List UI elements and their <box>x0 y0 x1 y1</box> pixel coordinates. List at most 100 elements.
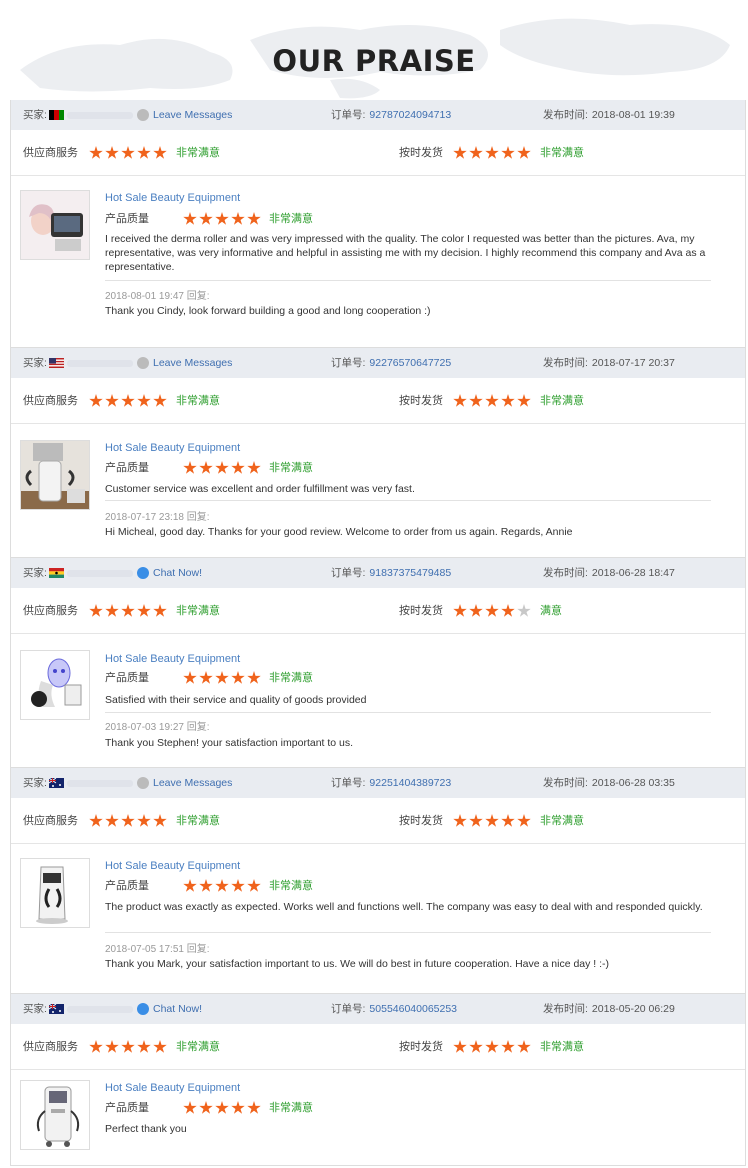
chat-now-link[interactable]: Chat Now! <box>153 994 202 1024</box>
publish-date: 2018-06-28 03:35 <box>591 777 675 789</box>
star-icon <box>183 1101 197 1114</box>
star-icon <box>105 146 119 159</box>
blue-chat-icon[interactable] <box>137 1003 149 1015</box>
date-label: 发布时间: <box>543 109 588 121</box>
date-label: 发布时间: <box>543 1003 588 1015</box>
star-rating <box>453 1024 531 1070</box>
order-number-link[interactable]: 91837375479485 <box>369 567 451 579</box>
supplier-service-grade: 非常满意 <box>176 147 220 159</box>
star-icon <box>517 604 531 617</box>
star-icon <box>121 814 135 827</box>
star-icon <box>469 604 483 617</box>
supplier-service-grade: 非常满意 <box>176 395 220 407</box>
order-number-link[interactable]: 92276570647725 <box>369 357 451 369</box>
star-icon <box>199 1101 213 1114</box>
star-icon <box>247 461 261 474</box>
star-icon <box>183 879 197 892</box>
star-rating <box>89 378 167 424</box>
quality-label: 产品质量 <box>105 462 149 474</box>
grey-message-icon[interactable] <box>137 777 149 789</box>
product-name-link[interactable]: Hot Sale Beauty Equipment <box>105 860 240 872</box>
reply-date-row: 2018-07-05 17:51 回复: <box>105 940 210 955</box>
star-icon <box>453 146 467 159</box>
star-icon <box>231 461 245 474</box>
publish-date: 2018-08-01 19:39 <box>591 109 675 121</box>
product-thumbnail[interactable] <box>20 858 90 928</box>
grey-message-icon[interactable] <box>137 109 149 121</box>
order-number-field: 订单号: 91837375479485 <box>331 558 451 588</box>
star-icon <box>215 1101 229 1114</box>
star-icon <box>199 879 213 892</box>
rating-row: 供应商服务 非常满意 按时发货 非常满意 <box>11 378 745 424</box>
afghanistan-flag-icon <box>49 110 64 120</box>
product-name-link[interactable]: Hot Sale Beauty Equipment <box>105 442 240 454</box>
star-icon <box>105 814 119 827</box>
order-number-field: 订单号: 92251404389723 <box>331 768 451 798</box>
reply-label: 回复: <box>186 722 210 733</box>
quality-grade: 非常满意 <box>269 462 313 474</box>
star-icon <box>137 814 151 827</box>
page-title: OUR PRAISE <box>272 44 476 78</box>
reply-date-row: 2018-07-17 23:18 回复: <box>105 508 210 523</box>
product-thumbnail[interactable] <box>20 440 90 510</box>
blue-chat-icon[interactable] <box>137 567 149 579</box>
reviews-list: 买家: Leave Messages 订单号: 92787024094713 发布时间:… <box>10 100 746 1166</box>
star-icon <box>105 1040 119 1053</box>
product-name-link[interactable]: Hot Sale Beauty Equipment <box>105 192 240 204</box>
order-number-field: 订单号: 92276570647725 <box>331 348 451 378</box>
star-icon <box>231 879 245 892</box>
star-icon <box>517 146 531 159</box>
quality-grade: 非常满意 <box>269 880 313 892</box>
order-number-link[interactable]: 505546040065253 <box>369 1003 457 1015</box>
product-name-link[interactable]: Hot Sale Beauty Equipment <box>105 1082 240 1094</box>
star-icon <box>89 814 103 827</box>
publish-date-field: 发布时间: 2018-06-28 18:47 <box>543 558 675 588</box>
star-icon <box>121 394 135 407</box>
australia-flag-icon <box>49 1004 64 1014</box>
on-time-delivery-grade: 非常满意 <box>540 1041 584 1053</box>
leave-messages-link[interactable]: Leave Messages <box>153 100 232 130</box>
star-icon <box>89 146 103 159</box>
ghana-flag-icon <box>49 568 64 578</box>
leave-messages-link[interactable]: Leave Messages <box>153 348 232 378</box>
star-icon <box>105 394 119 407</box>
quality-label: 产品质量 <box>105 880 149 892</box>
star-icon <box>501 394 515 407</box>
leave-messages-link[interactable]: Leave Messages <box>153 768 232 798</box>
star-icon <box>453 1040 467 1053</box>
star-icon <box>453 814 467 827</box>
star-icon <box>517 1040 531 1053</box>
supplier-service-grade: 非常满意 <box>176 815 220 827</box>
star-icon <box>153 1040 167 1053</box>
star-icon <box>137 1040 151 1053</box>
tower-machine-image <box>21 1081 89 1149</box>
star-icon <box>137 604 151 617</box>
product-thumbnail[interactable] <box>20 1080 90 1150</box>
on-time-delivery-grade: 非常满意 <box>540 147 584 159</box>
star-icon <box>215 212 229 225</box>
star-icon <box>453 604 467 617</box>
reply-date-row: 2018-08-01 19:47 回复: <box>105 287 210 302</box>
grey-message-icon[interactable] <box>137 357 149 369</box>
star-icon <box>153 604 167 617</box>
review-header: 买家: Leave Messages 订单号: 92251404389723 发布时间:… <box>11 768 745 798</box>
product-thumbnail[interactable] <box>20 190 90 260</box>
product-name-link[interactable]: Hot Sale Beauty Equipment <box>105 653 240 665</box>
supplier-service-grade: 非常满意 <box>176 605 220 617</box>
star-icon <box>89 1040 103 1053</box>
supplier-service-label: 供应商服务 <box>23 815 78 827</box>
star-icon <box>199 461 213 474</box>
order-number-link[interactable]: 92787024094713 <box>369 109 451 121</box>
buyer-name-redacted <box>67 112 133 119</box>
star-icon <box>469 394 483 407</box>
review-comment: Customer service was excellent and order… <box>105 483 415 495</box>
star-icon <box>121 146 135 159</box>
star-icon <box>485 146 499 159</box>
order-number-link[interactable]: 92251404389723 <box>369 777 451 789</box>
star-rating <box>183 1101 261 1115</box>
product-thumbnail[interactable] <box>20 650 90 720</box>
publish-date-field: 发布时间: 2018-07-17 20:37 <box>543 348 675 378</box>
review-card: 买家: Chat Now! 订单号: 505546040065253 发布时间: 2018… <box>10 994 746 1166</box>
chat-now-link[interactable]: Chat Now! <box>153 558 202 588</box>
star-icon <box>199 671 213 684</box>
